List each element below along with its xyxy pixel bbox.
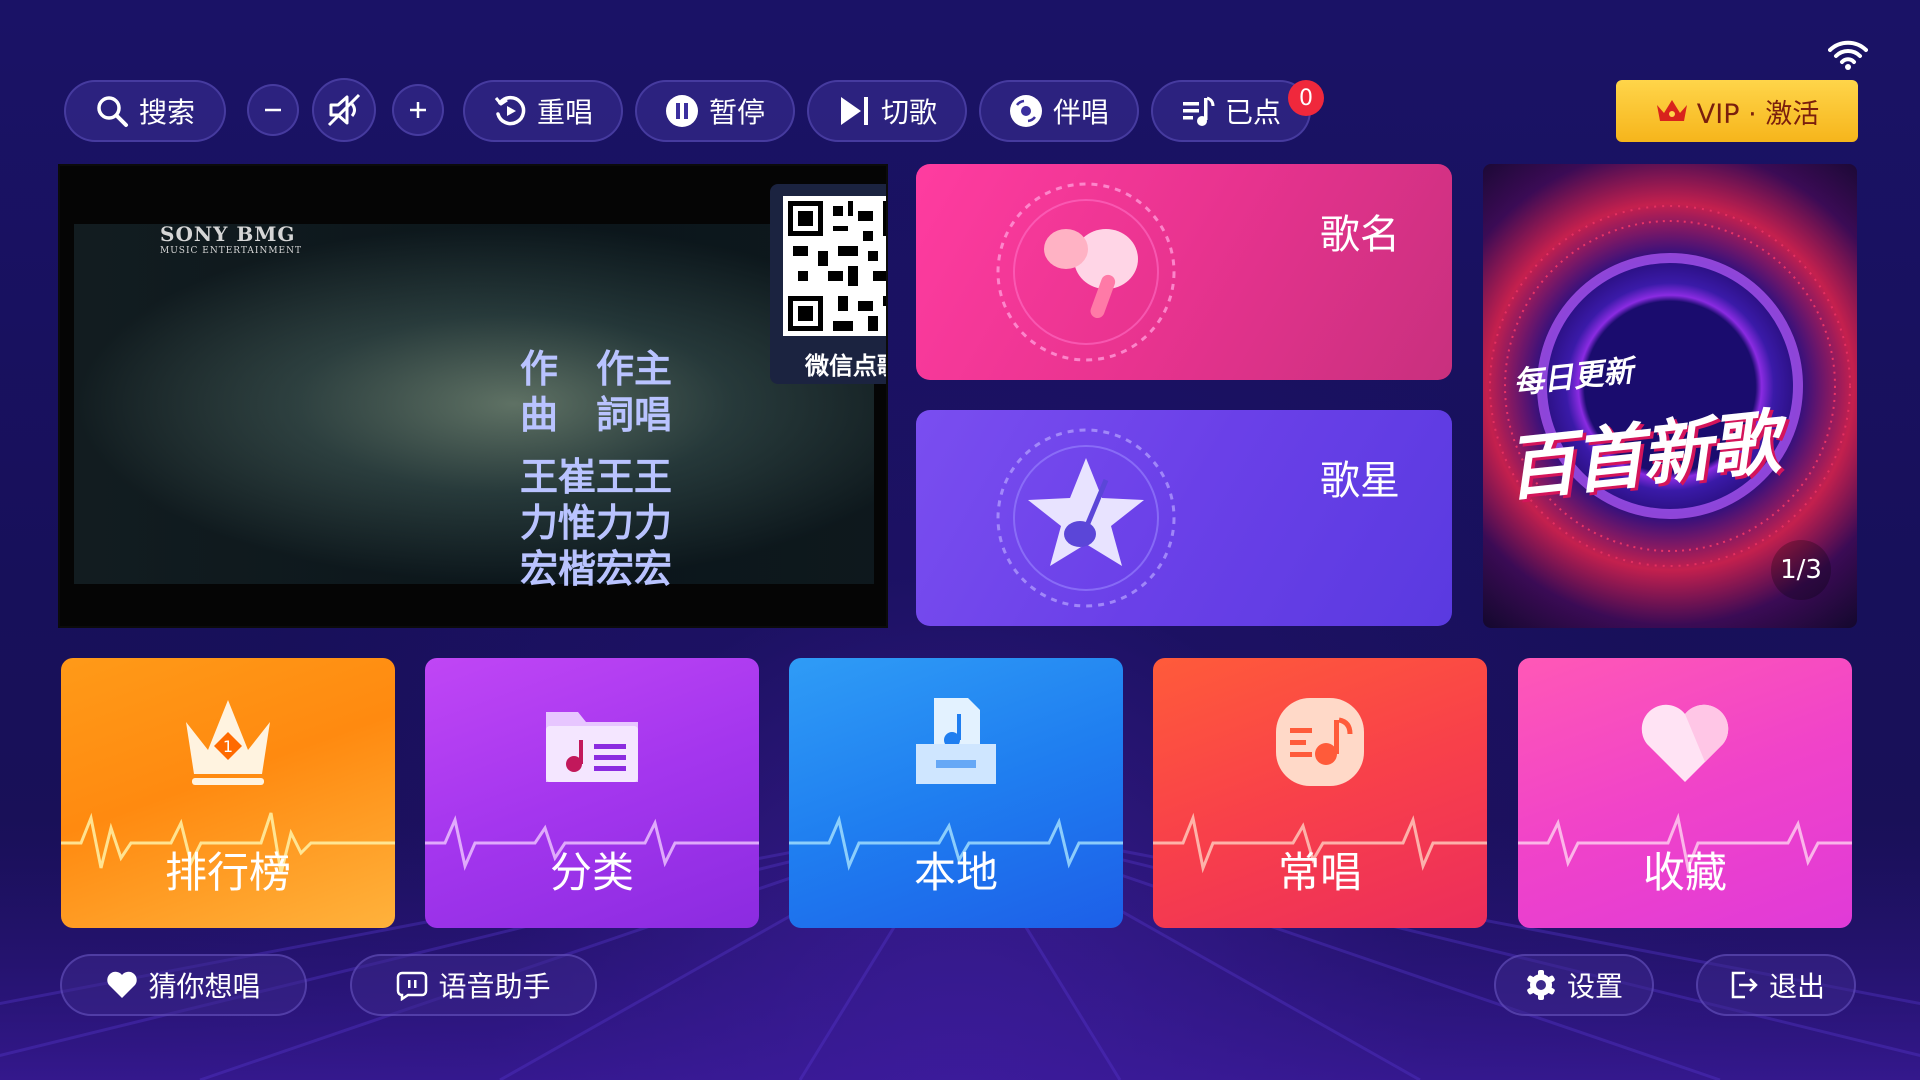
folder-music-icon <box>546 712 638 782</box>
skip-label: 切歌 <box>880 96 937 129</box>
crown-icon <box>1656 100 1687 121</box>
guess-you-sing-button[interactable]: 猜你想唱 <box>60 954 307 1016</box>
music-note-icon <box>1276 698 1364 786</box>
guess-label: 猜你想唱 <box>148 970 261 1003</box>
heart-icon <box>1641 704 1729 782</box>
tile-category-label: 分类 <box>549 848 634 897</box>
replay-label: 重唱 <box>536 96 593 129</box>
queued-count-badge: 0 <box>1288 80 1324 116</box>
replay-icon <box>494 95 526 126</box>
mute-button[interactable] <box>312 78 376 142</box>
voice-label: 语音助手 <box>438 970 551 1003</box>
tile-local-label: 本地 <box>913 848 998 897</box>
exit-label: 退出 <box>1768 970 1825 1003</box>
tile-favorites-label: 收藏 <box>1642 848 1727 897</box>
tile-favorites[interactable]: 收藏 <box>1518 658 1852 928</box>
settings-button[interactable]: 设置 <box>1494 954 1654 1016</box>
playlist-icon <box>1182 96 1215 126</box>
exit-icon <box>1731 971 1758 999</box>
skip-button[interactable]: 切歌 <box>807 80 967 142</box>
video-player[interactable]: SONY BMG MUSIC ENTERTAINMENT 作 作主 曲 詞唱 王… <box>58 164 888 628</box>
singer-card[interactable]: 歌星 <box>916 410 1452 626</box>
microphone-icon <box>996 182 1176 362</box>
tile-ranking[interactable]: 1 排行榜 <box>61 658 395 928</box>
minus-icon <box>265 108 281 112</box>
accompany-button[interactable]: 伴唱 <box>979 80 1139 142</box>
queued-label: 已点 <box>1224 96 1281 129</box>
crown-rank-icon: 1 <box>186 700 270 785</box>
settings-label: 设置 <box>1566 970 1623 1003</box>
tile-frequent[interactable]: 常唱 <box>1153 658 1487 928</box>
song-name-label: 歌名 <box>1320 212 1400 258</box>
gear-icon <box>1527 970 1555 1000</box>
qr-code <box>783 196 886 336</box>
local-music-icon <box>916 698 996 784</box>
volume-down-button[interactable] <box>247 84 299 136</box>
tile-frequent-label: 常唱 <box>1277 848 1362 897</box>
vip-activate-button[interactable]: VIP · 激活 <box>1616 80 1858 142</box>
tile-local[interactable]: 本地 <box>789 658 1123 928</box>
banner-pager: 1/3 <box>1771 540 1831 600</box>
lyrics-credits: 作 作主 曲 詞唱 王崔王王 力惟力力 宏楷宏宏 <box>520 347 673 591</box>
video-frame <box>74 224 874 584</box>
voice-assistant-button[interactable]: 语音助手 <box>350 954 597 1016</box>
speaker-muted-icon <box>327 93 361 127</box>
search-button[interactable]: 搜索 <box>64 80 226 142</box>
label-logo: SONY BMG MUSIC ENTERTAINMENT <box>160 222 303 256</box>
search-label: 搜索 <box>138 96 195 129</box>
qr-caption: 微信点歌 <box>805 352 886 380</box>
search-icon <box>97 96 128 127</box>
wechat-qr-panel: 微信点歌 <box>770 184 886 384</box>
replay-button[interactable]: 重唱 <box>463 80 623 142</box>
heart-icon <box>107 971 138 998</box>
vip-label: VIP · 激活 <box>1696 98 1820 130</box>
tile-category[interactable]: 分类 <box>425 658 759 928</box>
star-guitar-icon <box>996 428 1176 608</box>
pause-button[interactable]: 暂停 <box>635 80 795 142</box>
plus-icon <box>410 102 426 118</box>
song-name-card[interactable]: 歌名 <box>916 164 1452 380</box>
tile-ranking-label: 排行榜 <box>164 848 291 897</box>
chat-bubble-icon <box>397 971 428 1001</box>
svg-text:1: 1 <box>223 737 233 756</box>
volume-up-button[interactable] <box>392 84 444 136</box>
wifi-icon <box>1828 38 1868 74</box>
exit-button[interactable]: 退出 <box>1696 954 1856 1016</box>
skip-next-icon <box>840 97 868 125</box>
pause-label: 暂停 <box>708 96 765 129</box>
queued-songs-button[interactable]: 已点 <box>1151 80 1311 142</box>
new-songs-banner[interactable]: 每日更新 百首新歌 1/3 <box>1483 164 1857 628</box>
pause-icon <box>665 95 698 127</box>
singer-label: 歌星 <box>1320 458 1400 504</box>
vinyl-disc-icon <box>1009 95 1042 127</box>
accompany-label: 伴唱 <box>1052 96 1109 129</box>
